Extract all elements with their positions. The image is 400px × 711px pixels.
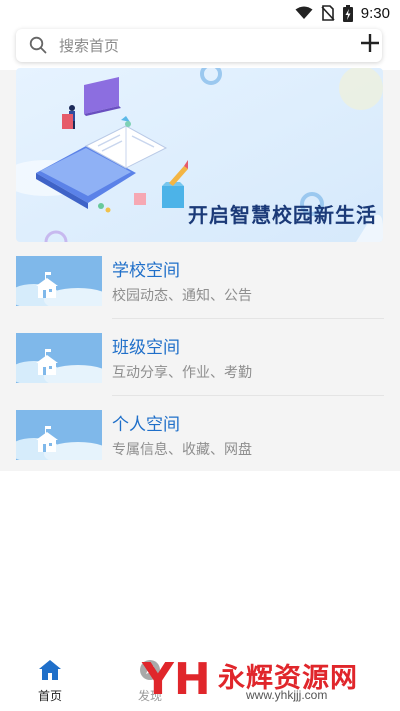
personal-space-description: 专属信息、收藏、网盘	[112, 442, 252, 458]
personal-space-thumbnail	[16, 410, 102, 460]
school-space-thumbnail	[16, 256, 102, 306]
status-time: 9:30	[360, 4, 390, 22]
watermark: YH 永辉资源网 www.yhkjjj.com	[140, 650, 380, 705]
watermark-url: www.yhkjjj.com	[246, 688, 328, 702]
wifi-icon	[295, 6, 313, 19]
plus-icon	[361, 34, 379, 52]
school-space-title: 学校空间	[112, 261, 180, 281]
search-input[interactable]: 搜索首页	[16, 29, 382, 62]
class-space-description: 互动分享、作业、考勤	[112, 365, 252, 381]
divider	[112, 395, 384, 396]
svg-text:YH: YH	[141, 654, 211, 705]
banner[interactable]: 开启智慧校园新生活	[16, 68, 383, 242]
personal-space-title: 个人空间	[112, 415, 180, 435]
list-item-school-space[interactable]: 学校空间 校园动态、通知、公告	[0, 243, 400, 319]
list-item-personal-space[interactable]: 个人空间 专属信息、收藏、网盘	[0, 397, 400, 473]
search-placeholder: 搜索首页	[59, 37, 120, 55]
top-search-area: 搜索首页	[0, 26, 400, 70]
banner-headline: 开启智慧校园新生活	[188, 203, 377, 227]
class-space-title: 班级空间	[112, 338, 180, 358]
search-icon	[29, 36, 47, 54]
status-icons: 9:30	[295, 3, 390, 23]
tab-home-label: 首页	[37, 689, 62, 703]
class-space-thumbnail	[16, 333, 102, 383]
watermark-logo: YH	[141, 654, 211, 705]
home-icon	[39, 660, 61, 680]
list-item-class-space[interactable]: 班级空间 互动分享、作业、考勤	[0, 320, 400, 396]
status-bar: 9:30	[0, 0, 400, 26]
add-button[interactable]	[356, 29, 384, 57]
school-space-description: 校园动态、通知、公告	[112, 288, 252, 304]
battery-charging-icon	[342, 4, 353, 22]
tab-home[interactable]: 首页	[15, 650, 85, 711]
divider	[112, 318, 384, 319]
no-sim-icon	[321, 5, 335, 21]
